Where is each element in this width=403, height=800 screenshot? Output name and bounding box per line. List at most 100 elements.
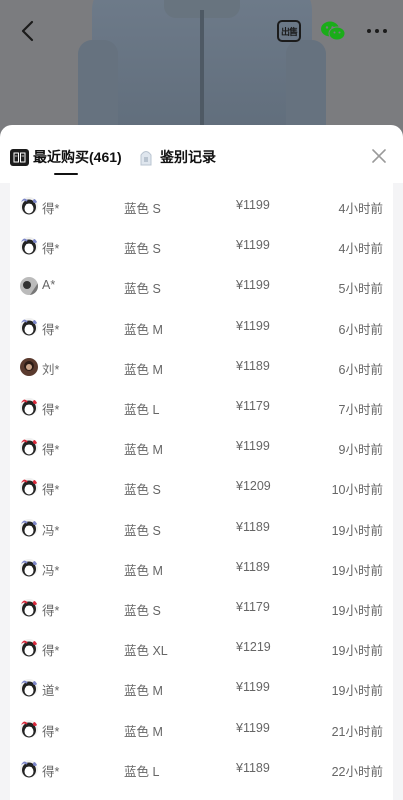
buyer-avatar [20,398,38,416]
purchase-row: 冯* 蓝色 S ¥1189 19小时前 [10,508,393,548]
buyer-name: 得* [42,764,60,779]
buyer-avatar [20,438,38,457]
sell-button[interactable]: 出售 [274,16,304,46]
time-label: 9小时前 [338,443,383,458]
close-button[interactable] [366,143,392,169]
price-label: ¥1189 [236,559,270,574]
price-label: ¥1199 [236,278,270,293]
purchase-row: 得* 蓝色 S ¥1209 10小时前 [10,467,393,507]
price-label: ¥1189 [236,760,270,775]
price-label: ¥1219 [236,640,271,655]
purchase-history-sheet: 最近购买(461) 鉴别记录 得* 蓝色 S ¥1199 4小时前 得* 蓝色 S ¥1 [0,125,403,800]
purchase-row: 得* 蓝色 L ¥1179 7小时前 [10,387,393,427]
buyer-name: 冯* [42,523,60,538]
price-label: ¥1179 [236,600,270,614]
purchase-row: 道* 蓝色 M ¥1199 19小时前 [10,668,393,708]
purchase-row: 得* 蓝色 S ¥1179 19小时前 [10,588,393,628]
price-label: ¥1189 [236,519,270,534]
buyer-name: 得* [42,202,60,216]
time-label: 10小时前 [331,483,383,498]
buyer-avatar [20,759,38,778]
purchase-row: 刘* 蓝色 M ¥1189 6小时前 [10,347,393,387]
wechat-share-button[interactable] [318,16,348,46]
buyer-avatar [20,478,38,497]
more-horizontal-icon [367,29,387,33]
price-label: ¥1199 [236,680,270,695]
more-button[interactable] [362,16,392,46]
chu-share-icon: 出售 [277,20,301,42]
price-label: ¥1199 [236,238,270,253]
variant-label: 蓝色 S [124,282,161,297]
buyer-avatar [20,599,38,617]
variant-label: 蓝色 M [124,724,163,739]
buyer-name: 得* [42,242,60,257]
purchase-row: 得* 蓝色 XL ¥1219 19小时前 [10,628,393,668]
variant-label: 蓝色 M [124,322,163,337]
buyer-avatar [20,719,38,738]
variant-label: 蓝色 L [124,764,160,779]
buyer-avatar [20,237,38,256]
time-label: 19小时前 [331,644,383,659]
variant-label: 蓝色 S [124,523,161,538]
purchase-list-area: 得* 蓝色 S ¥1199 4小时前 得* 蓝色 S ¥1199 4小时前 A* 蓝色 S ¥119… [0,183,403,800]
buyer-avatar [20,558,38,577]
time-label: 19小时前 [331,563,383,578]
variant-label: 蓝色 S [124,483,161,498]
time-label: 19小时前 [331,523,383,538]
buyer-avatar [20,357,38,376]
buyer-avatar [20,197,38,215]
variant-label: 蓝色 L [124,403,160,417]
variant-label: 蓝色 XL [124,644,168,659]
chevron-left-icon [21,20,34,42]
purchase-row: A* 蓝色 S ¥1199 5小时前 [10,266,393,306]
buyer-name: 道* [42,684,60,699]
variant-label: 蓝色 S [124,604,161,618]
buyer-name: 得* [42,443,60,458]
price-label: ¥1199 [236,198,270,212]
wechat-icon [321,21,346,41]
purchase-row: 冯* 蓝色 M ¥1189 19小时前 [10,548,393,588]
time-label: 7小时前 [338,403,383,417]
price-label: ¥1209 [236,479,271,494]
time-label: 5小时前 [338,282,383,297]
buyer-avatar [20,317,38,336]
tab-recent-label: 最近购买(461) [33,149,122,165]
variant-label: 蓝色 M [124,443,163,458]
time-label: 19小时前 [331,684,383,699]
time-label: 4小时前 [338,242,383,257]
price-label: ¥1199 [236,439,270,454]
buyer-name: 得* [42,403,60,417]
variant-label: 蓝色 M [124,362,163,377]
buyer-name: 冯* [42,563,60,578]
active-tab-indicator [54,173,78,175]
back-button[interactable] [12,16,42,46]
time-label: 19小时前 [331,604,383,618]
time-label: 6小时前 [338,362,383,377]
authentication-icon [137,148,154,166]
purchase-list[interactable]: 得* 蓝色 S ¥1199 4小时前 得* 蓝色 S ¥1199 4小时前 A* 蓝色 S ¥119… [10,183,393,800]
purchase-row: 得* 蓝色 M ¥1199 6小时前 [10,307,393,347]
buyer-name: 刘* [42,362,60,377]
variant-label: 蓝色 M [124,563,163,578]
tab-recent-purchases[interactable]: 最近购买(461) [10,145,122,169]
variant-label: 蓝色 S [124,242,161,257]
variant-label: 蓝色 M [124,684,163,699]
buyer-name: 得* [42,322,60,337]
time-label: 4小时前 [338,202,383,216]
tab-authentication-records[interactable]: 鉴别记录 [137,145,216,169]
receipt-icon [10,148,29,166]
purchase-row: 得* 蓝色 S ¥1199 4小时前 [10,186,393,226]
purchase-row: 得* 蓝色 S ¥1199 4小时前 [10,226,393,266]
buyer-avatar [20,639,38,658]
buyer-name: 得* [42,724,60,739]
time-label: 21小时前 [331,724,383,739]
purchase-row: 得* 蓝色 L ¥1189 22小时前 [10,749,393,789]
tab-auth-label: 鉴别记录 [160,149,216,165]
buyer-avatar [20,679,38,698]
buyer-name: 得* [42,604,60,618]
price-label: ¥1179 [236,399,270,413]
price-label: ¥1189 [236,358,270,373]
sheet-tabs: 最近购买(461) 鉴别记录 [0,125,403,183]
product-image-backdrop: 出售 [0,0,403,140]
purchase-row: 得* 蓝色 M ¥1199 21小时前 [10,709,393,749]
